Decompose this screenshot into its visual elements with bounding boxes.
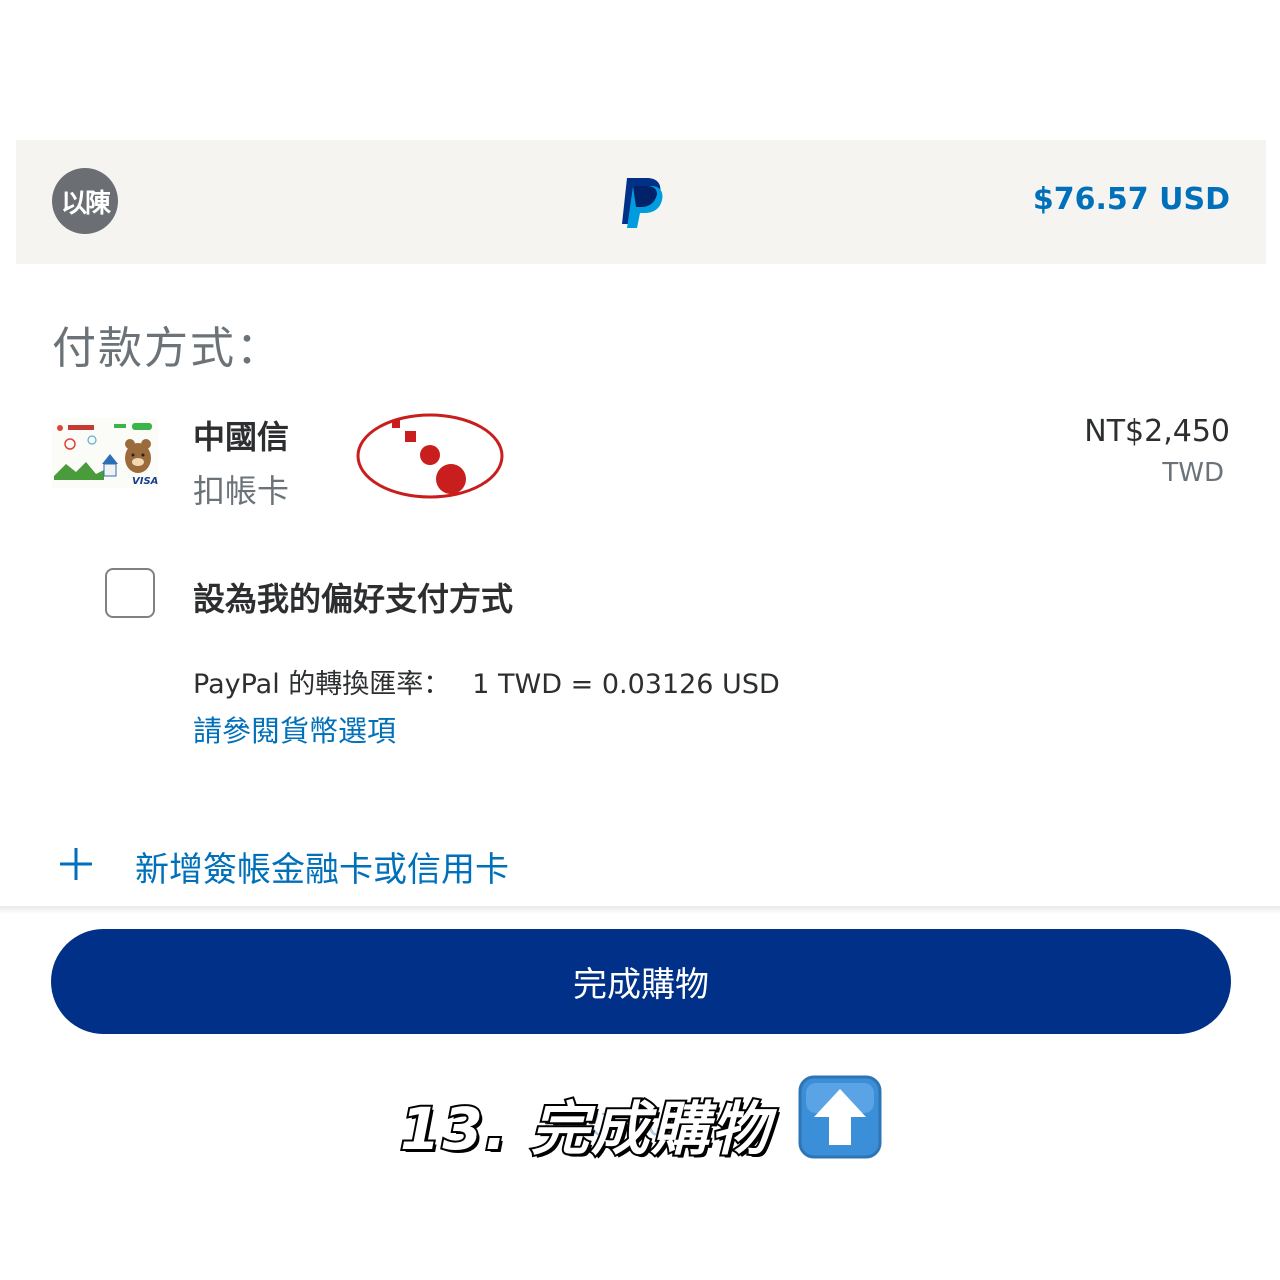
card-currency: TWD	[1162, 458, 1224, 488]
section-title: 付款方式：	[52, 323, 282, 374]
card-amount: NT$2,450	[1084, 414, 1230, 449]
plus-icon[interactable]	[58, 846, 94, 882]
preferred-payment-checkbox[interactable]	[105, 568, 155, 618]
bank-name: 中國信	[193, 418, 290, 456]
step-caption: 13. 完成購物	[398, 1093, 771, 1165]
ctbc-bank-logo-icon	[356, 413, 504, 499]
conversion-rate-label: PayPal 的轉換匯率：	[193, 669, 451, 700]
card-type: 扣帳卡	[193, 472, 290, 510]
add-card-link[interactable]: 新增簽帳金融卡或信用卡	[135, 842, 509, 891]
conversion-rate: PayPal 的轉換匯率： 1 TWD = 0.03126 USD	[193, 662, 780, 701]
paypal-logo-icon	[622, 178, 663, 228]
up-arrow-emoji-icon	[798, 1075, 882, 1159]
total-amount: $76.57 USD	[1032, 182, 1230, 217]
divider	[0, 906, 1280, 914]
currency-options-link[interactable]: 請參閱貨幣選項	[193, 708, 396, 750]
svg-text:VISA: VISA	[132, 476, 158, 487]
user-avatar[interactable]: 以陳	[52, 168, 118, 234]
preferred-payment-label[interactable]: 設為我的偏好支付方式	[193, 574, 513, 620]
complete-purchase-button[interactable]: 完成購物	[51, 929, 1231, 1034]
conversion-rate-value: 1 TWD = 0.03126 USD	[472, 669, 780, 700]
debit-card-image: VISA	[52, 418, 158, 488]
